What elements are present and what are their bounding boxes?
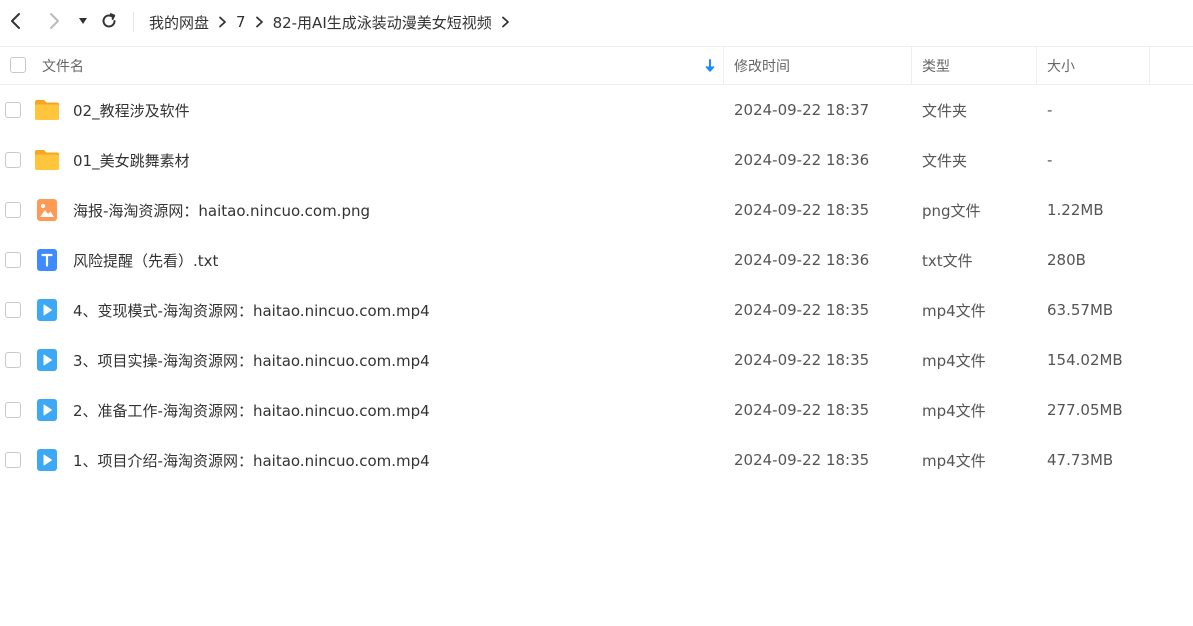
- row-checkbox[interactable]: [5, 402, 21, 418]
- row-checkbox[interactable]: [5, 302, 21, 318]
- file-name[interactable]: 01_美女跳舞素材: [73, 135, 190, 185]
- back-button[interactable]: [5, 10, 27, 32]
- toolbar-divider: [133, 12, 134, 32]
- history-dropdown-button[interactable]: [72, 10, 94, 32]
- file-modified-time: 2024-09-22 18:35: [734, 451, 870, 469]
- sort-down-arrow-icon[interactable]: [704, 47, 716, 84]
- file-type: mp4文件: [922, 451, 986, 470]
- file-row[interactable]: 02_教程涉及软件 2024-09-22 18:37 文件夹 -: [0, 85, 1193, 135]
- image-file-icon: [34, 198, 60, 222]
- file-name[interactable]: 4、变现模式-海淘资源网：haitao.nincuo.com.mp4: [73, 285, 430, 335]
- row-checkbox[interactable]: [5, 352, 21, 368]
- text-file-icon: [34, 248, 60, 272]
- file-name[interactable]: 3、项目实操-海淘资源网：haitao.nincuo.com.mp4: [73, 335, 430, 385]
- file-modified-time: 2024-09-22 18:35: [734, 401, 870, 419]
- chevron-right-icon: [218, 16, 227, 28]
- refresh-icon: [102, 13, 116, 28]
- breadcrumb-item-current[interactable]: 82-用AI生成泳装动漫美女短视频: [273, 12, 492, 33]
- chevron-right-icon: [255, 16, 264, 28]
- file-name[interactable]: 1、项目介绍-海淘资源网：haitao.nincuo.com.mp4: [73, 435, 430, 485]
- row-checkbox[interactable]: [5, 102, 21, 118]
- column-divider[interactable]: [911, 47, 912, 84]
- file-size: -: [1047, 101, 1053, 119]
- column-divider[interactable]: [723, 47, 724, 84]
- video-file-icon: [34, 448, 60, 472]
- file-size: 154.02MB: [1047, 351, 1123, 369]
- file-name[interactable]: 02_教程涉及软件: [73, 85, 190, 135]
- file-size: -: [1047, 151, 1053, 169]
- row-checkbox[interactable]: [5, 152, 21, 168]
- file-size: 277.05MB: [1047, 401, 1123, 419]
- breadcrumb-item-folder[interactable]: 7: [236, 13, 246, 31]
- file-row[interactable]: 1、项目介绍-海淘资源网：haitao.nincuo.com.mp4 2024-0…: [0, 435, 1193, 485]
- file-size: 1.22MB: [1047, 201, 1104, 219]
- file-type: mp4文件: [922, 401, 986, 420]
- row-checkbox[interactable]: [5, 252, 21, 268]
- file-row[interactable]: 4、变现模式-海淘资源网：haitao.nincuo.com.mp4 2024-0…: [0, 285, 1193, 335]
- file-modified-time: 2024-09-22 18:35: [734, 351, 870, 369]
- chevron-left-icon: [11, 13, 20, 29]
- column-header-name[interactable]: 文件名: [42, 47, 84, 84]
- breadcrumb: 我的网盘 7 82-用AI生成泳装动漫美女短视频: [149, 0, 519, 44]
- column-header-type[interactable]: 类型: [922, 47, 950, 84]
- column-header-size[interactable]: 大小: [1047, 47, 1075, 84]
- file-type: mp4文件: [922, 301, 986, 320]
- column-divider[interactable]: [1036, 47, 1037, 84]
- row-checkbox[interactable]: [5, 202, 21, 218]
- file-type: 文件夹: [922, 151, 968, 170]
- file-name[interactable]: 风险提醒（先看）.txt: [73, 235, 218, 285]
- file-modified-time: 2024-09-22 18:37: [734, 101, 870, 119]
- caret-down-icon: [79, 18, 87, 24]
- file-row[interactable]: 2、准备工作-海淘资源网：haitao.nincuo.com.mp4 2024-0…: [0, 385, 1193, 435]
- chevron-right-icon: [501, 16, 510, 28]
- file-size: 47.73MB: [1047, 451, 1114, 469]
- video-file-icon: [34, 298, 60, 322]
- file-row[interactable]: 风险提醒（先看）.txt 2024-09-22 18:36 txt文件 280B: [0, 235, 1193, 285]
- file-row[interactable]: 01_美女跳舞素材 2024-09-22 18:36 文件夹 -: [0, 135, 1193, 185]
- file-modified-time: 2024-09-22 18:35: [734, 301, 870, 319]
- file-modified-time: 2024-09-22 18:35: [734, 201, 870, 219]
- file-type: png文件: [922, 201, 981, 220]
- file-name[interactable]: 海报-海淘资源网：haitao.nincuo.com.png: [73, 185, 370, 235]
- column-divider[interactable]: [1149, 47, 1150, 84]
- breadcrumb-item-root[interactable]: 我的网盘: [149, 12, 209, 33]
- file-type: mp4文件: [922, 351, 986, 370]
- file-modified-time: 2024-09-22 18:36: [734, 151, 870, 169]
- chevron-right-icon: [50, 13, 59, 29]
- row-checkbox[interactable]: [5, 452, 21, 468]
- file-size: 63.57MB: [1047, 301, 1114, 319]
- file-type: 文件夹: [922, 101, 968, 120]
- refresh-button[interactable]: [98, 10, 120, 32]
- file-list-header: 文件名 修改时间 类型 大小: [0, 46, 1193, 85]
- file-size: 280B: [1047, 251, 1086, 269]
- file-name[interactable]: 2、准备工作-海淘资源网：haitao.nincuo.com.mp4: [73, 385, 430, 435]
- file-row[interactable]: 海报-海淘资源网：haitao.nincuo.com.png 2024-09-22…: [0, 185, 1193, 235]
- toolbar: 我的网盘 7 82-用AI生成泳装动漫美女短视频: [0, 0, 1193, 44]
- forward-button[interactable]: [43, 10, 65, 32]
- video-file-icon: [34, 348, 60, 372]
- file-modified-time: 2024-09-22 18:36: [734, 251, 870, 269]
- select-all-checkbox[interactable]: [10, 57, 26, 73]
- file-type: txt文件: [922, 251, 973, 270]
- folder-icon: [34, 148, 60, 172]
- file-row[interactable]: 3、项目实操-海淘资源网：haitao.nincuo.com.mp4 2024-0…: [0, 335, 1193, 385]
- folder-icon: [34, 98, 60, 122]
- video-file-icon: [34, 398, 60, 422]
- column-header-modified[interactable]: 修改时间: [734, 47, 790, 84]
